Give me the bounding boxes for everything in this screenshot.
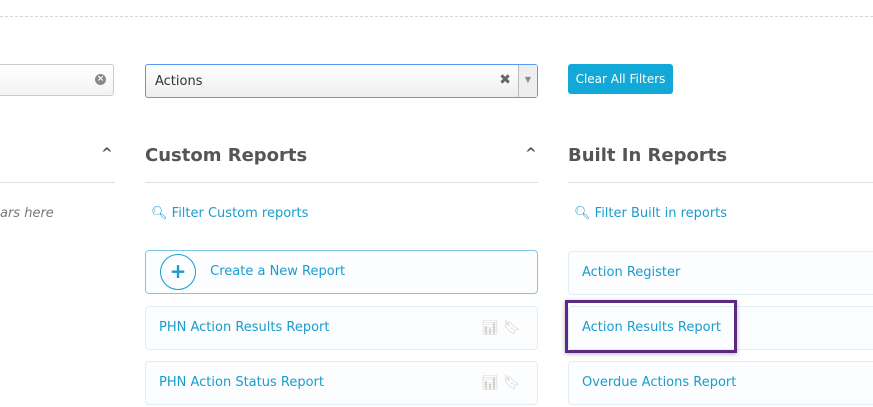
collapse-icon[interactable]: ^ [101,146,113,162]
create-report-button[interactable]: + Create a New Report [145,250,538,294]
plus-icon: + [160,253,196,290]
bookmark-icon[interactable]: 🔖︎ [503,375,521,391]
chart-icon[interactable]: 📊︎ [481,375,499,391]
clear-all-filters-button[interactable]: Clear All Filters [568,64,673,94]
filter-custom-reports[interactable]: 🔍︎ Filter Custom reports [151,206,308,221]
select-value: Actions [155,74,203,89]
empty-text: ars here [0,206,54,221]
divider [145,182,538,183]
category-select[interactable]: Actions ✖ ▼ [145,64,538,98]
create-label: Create a New Report [210,264,346,279]
custom-reports-title: Custom Reports [145,145,308,166]
filter-built-in-reports[interactable]: 🔍︎ Filter Built in reports [574,206,727,221]
clear-icon[interactable]: × [95,74,106,85]
filter-label: Filter Built in reports [594,206,728,221]
search-icon: 🔍︎ [151,206,168,221]
bookmark-icon[interactable]: 🔖︎ [503,320,521,336]
list-item[interactable]: Action Register [568,251,873,295]
divider [568,182,873,183]
list-item[interactable]: PHN Action Results Report 📊︎ 🔖︎ [145,306,538,350]
report-link[interactable]: Action Register [582,265,680,280]
built-in-reports-title: Built In Reports [568,145,728,166]
list-item[interactable]: Overdue Actions Report [568,361,873,405]
divider [0,182,115,183]
filter-label: Filter Custom reports [171,206,309,221]
report-link[interactable]: Overdue Actions Report [582,375,736,390]
list-item[interactable]: PHN Action Status Report 📊︎ 🔖︎ [145,361,538,405]
report-link[interactable]: PHN Action Results Report [159,320,330,335]
left-filter-input[interactable]: × [0,64,114,96]
chart-icon[interactable]: 📊︎ [481,320,499,336]
report-link[interactable]: PHN Action Status Report [159,375,324,390]
search-icon: 🔍︎ [574,206,591,221]
divider [0,16,873,17]
highlight-box [565,300,737,353]
chevron-down-icon[interactable]: ▼ [518,65,537,97]
clear-icon[interactable]: ✖ [499,72,511,88]
collapse-icon[interactable]: ^ [525,146,537,162]
